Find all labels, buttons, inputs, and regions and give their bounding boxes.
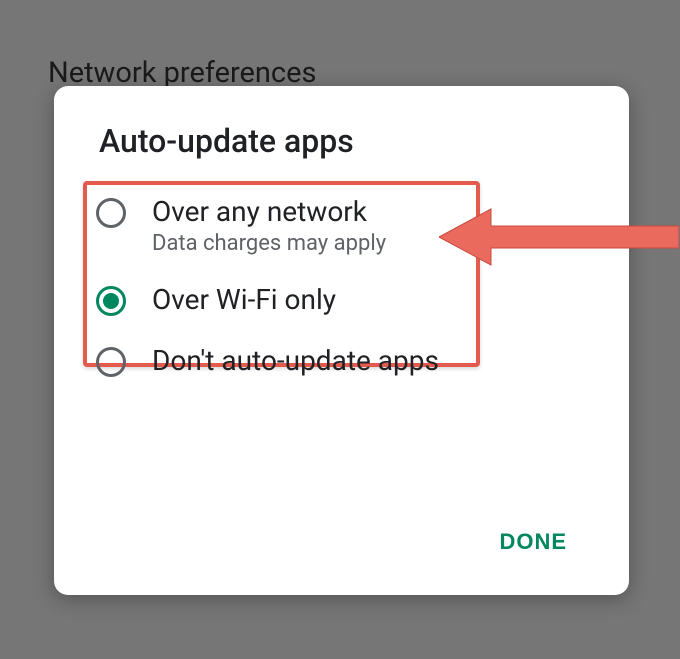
auto-update-dialog: Auto-update apps Over any network Data c… (54, 86, 629, 595)
radio-icon (96, 347, 126, 377)
radio-group: Over any network Data charges may apply … (96, 194, 586, 404)
dialog-title: Auto-update apps (99, 122, 354, 160)
radio-option-dont-update[interactable]: Don't auto-update apps (96, 343, 586, 378)
radio-icon-selected (96, 286, 126, 316)
radio-label: Over any network (152, 194, 386, 229)
radio-text: Don't auto-update apps (152, 343, 439, 378)
radio-option-wifi-only[interactable]: Over Wi-Fi only (96, 282, 586, 317)
radio-option-any-network[interactable]: Over any network Data charges may apply (96, 194, 586, 256)
background-page-title: Network preferences (48, 56, 316, 90)
radio-inner-dot (103, 293, 119, 309)
radio-sublabel: Data charges may apply (152, 231, 386, 256)
radio-icon (96, 198, 126, 228)
radio-label: Over Wi-Fi only (152, 282, 336, 317)
radio-text: Over any network Data charges may apply (152, 194, 386, 256)
radio-label: Don't auto-update apps (152, 343, 439, 378)
radio-text: Over Wi-Fi only (152, 282, 336, 317)
done-button[interactable]: DONE (487, 521, 579, 563)
